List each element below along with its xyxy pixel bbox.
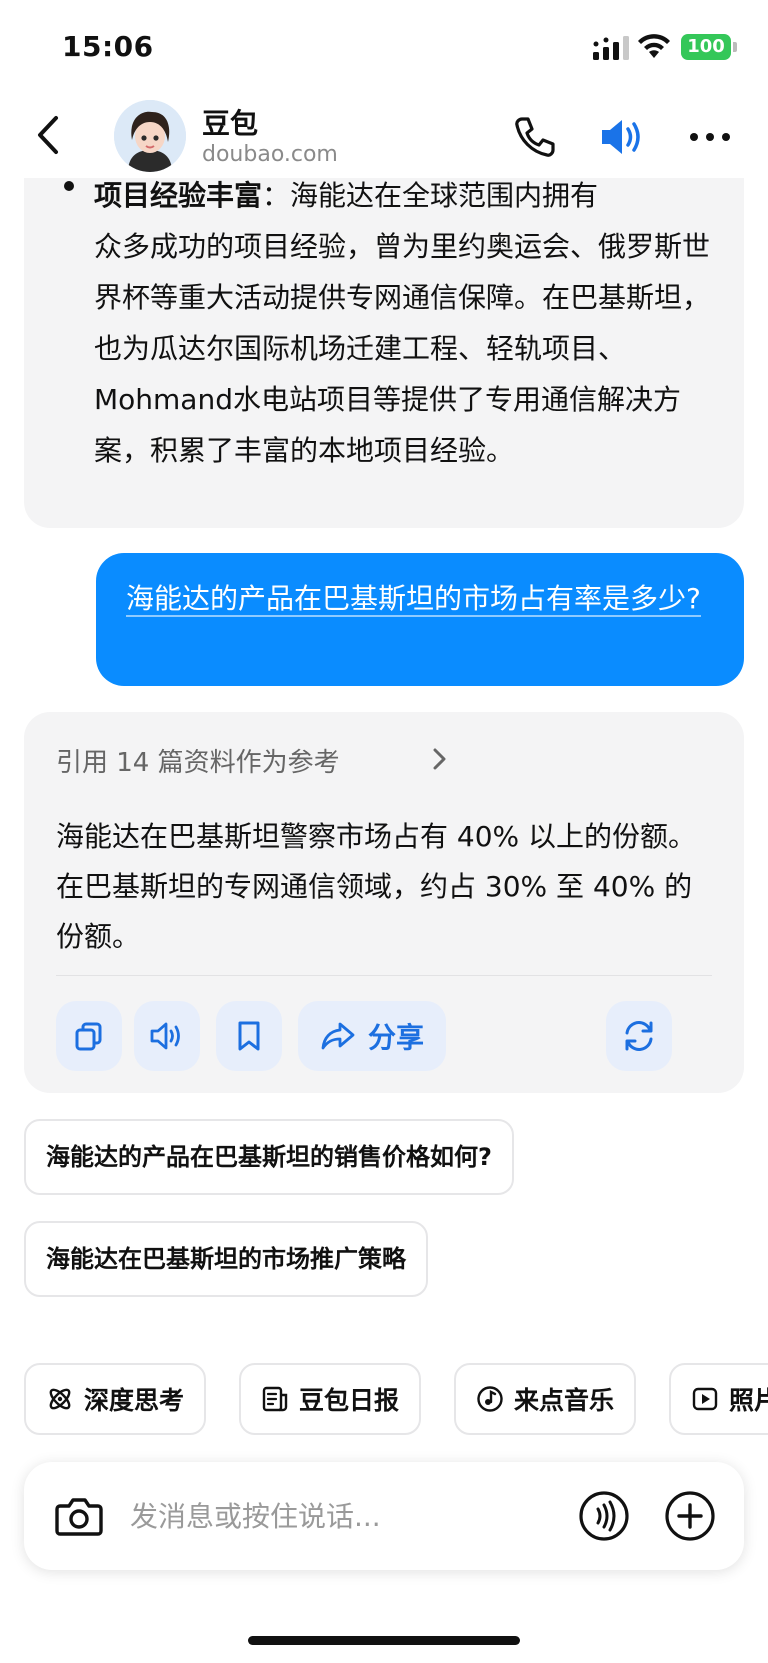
message-input-bar bbox=[24, 1462, 744, 1570]
home-indicator bbox=[248, 1636, 520, 1645]
music-icon bbox=[477, 1386, 503, 1412]
bullet-title-suffix: ：海能达在全球范围内拥有 bbox=[262, 179, 599, 212]
share-button[interactable]: 分享 bbox=[298, 1001, 446, 1071]
status-bar: 15:06 100 bbox=[0, 0, 768, 96]
chip-daily-news[interactable]: 豆包日报 bbox=[239, 1363, 422, 1435]
share-icon bbox=[321, 1022, 355, 1050]
camera-icon[interactable] bbox=[54, 1492, 104, 1540]
bot-domain: doubao.com bbox=[202, 142, 338, 167]
bookmark-icon bbox=[238, 1021, 260, 1051]
divider bbox=[56, 975, 712, 976]
speaker-icon bbox=[150, 1022, 180, 1050]
previous-answer-body: 众多成功的项目经验，曾为里约奥运会、俄罗斯世界杯等重大活动提供专网通信保障。在巴… bbox=[94, 230, 711, 467]
newspaper-icon bbox=[262, 1386, 288, 1412]
plus-icon[interactable] bbox=[664, 1490, 716, 1542]
chip-photo[interactable]: 照片 bbox=[669, 1363, 768, 1435]
bookmark-button[interactable] bbox=[216, 1001, 282, 1071]
play-icon bbox=[692, 1387, 718, 1411]
message-input[interactable] bbox=[130, 1492, 530, 1540]
battery-indicator: 100 bbox=[681, 34, 731, 60]
phone-icon[interactable] bbox=[512, 114, 558, 160]
bot-name: 豆包 bbox=[202, 107, 259, 140]
chip-label: 来点音乐 bbox=[514, 1386, 615, 1415]
more-horizontal-icon[interactable] bbox=[686, 114, 734, 160]
regenerate-button[interactable] bbox=[606, 1001, 672, 1071]
copy-icon bbox=[75, 1022, 102, 1051]
chip-label: 深度思考 bbox=[84, 1386, 185, 1415]
chip-label: 豆包日报 bbox=[299, 1386, 400, 1415]
chat-header: 豆包 doubao.com bbox=[0, 96, 768, 178]
chevron-right-icon[interactable] bbox=[429, 746, 449, 772]
chip-deep-thinking[interactable]: 深度思考 bbox=[24, 1363, 207, 1435]
share-label: 分享 bbox=[367, 1021, 424, 1054]
wifi-icon bbox=[638, 34, 670, 58]
status-time: 15:06 bbox=[62, 30, 154, 63]
references-link[interactable]: 引用 14 篇资料作为参考 bbox=[56, 742, 340, 779]
speaker-icon[interactable] bbox=[598, 114, 646, 160]
chip-label: 照片 bbox=[729, 1386, 768, 1415]
avatar[interactable] bbox=[114, 100, 186, 172]
answer-card: 引用 14 篇资料作为参考 海能达在巴基斯坦警察市场占有 40% 以上的份额。在… bbox=[24, 712, 744, 1093]
bullet-dot bbox=[64, 181, 74, 191]
chip-music[interactable]: 来点音乐 bbox=[454, 1363, 637, 1435]
copy-button[interactable] bbox=[56, 1001, 122, 1071]
previous-answer-text: 项目经验丰富：海能达在全球范围内拥有 众多成功的项目经验，曾为里约奥运会、俄罗斯… bbox=[94, 170, 714, 510]
suggestion-item[interactable]: 海能达的产品在巴基斯坦的销售价格如何? bbox=[24, 1119, 514, 1195]
voice-wave-icon[interactable] bbox=[578, 1490, 630, 1542]
user-message-text: 海能达的产品在巴基斯坦的市场占有率是多少? bbox=[126, 582, 701, 617]
chevron-left-icon[interactable] bbox=[28, 110, 68, 160]
cellular-signal-icon bbox=[593, 36, 629, 60]
suggestion-item[interactable]: 海能达在巴基斯坦的市场推广策略 bbox=[24, 1221, 428, 1297]
battery-tip bbox=[733, 42, 737, 52]
refresh-icon bbox=[625, 1021, 653, 1051]
read-aloud-button[interactable] bbox=[134, 1001, 200, 1071]
user-message-bubble[interactable]: 海能达的产品在巴基斯坦的市场占有率是多少? bbox=[96, 553, 744, 686]
bullet-title: 项目经验丰富 bbox=[94, 179, 263, 212]
answer-text: 海能达在巴基斯坦警察市场占有 40% 以上的份额。在巴基斯坦的专网通信领域，约占… bbox=[56, 820, 697, 953]
atom-icon bbox=[49, 1388, 71, 1410]
avatar-image bbox=[114, 100, 186, 172]
